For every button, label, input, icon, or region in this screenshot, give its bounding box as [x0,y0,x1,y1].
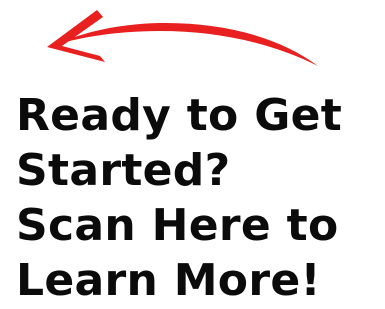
headline-line-1: Ready to Get [16,90,343,141]
arrow-shaft [52,22,318,66]
headline-line-4: Learn More! [16,255,321,306]
headline-line-2: Started? [16,145,231,196]
arrow-head [47,10,105,62]
headline: Ready to Get Started? Scan Here to Learn… [16,88,381,308]
headline-line-3: Scan Here to [16,200,339,251]
curved-arrow-left-icon [47,10,318,66]
